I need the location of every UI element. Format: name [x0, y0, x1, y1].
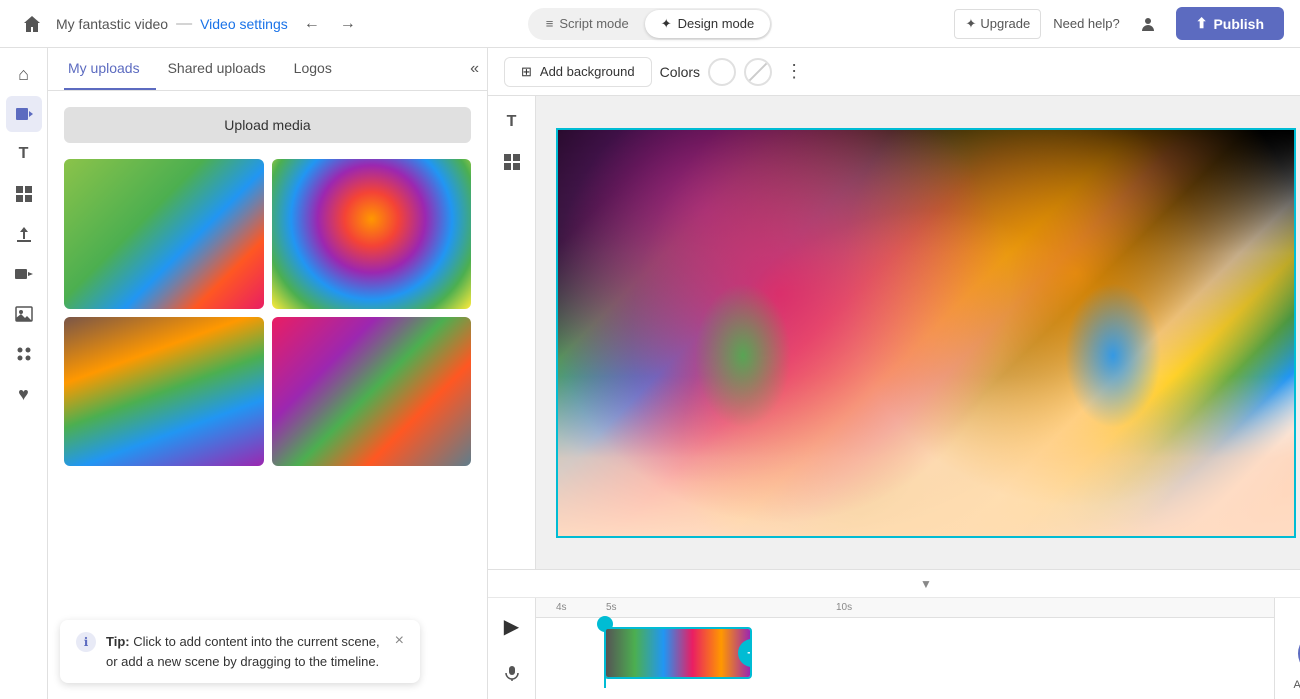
home-icon[interactable] [16, 8, 48, 40]
timeline-tracks: 4s 5s 10s + [536, 598, 1274, 699]
sidebar-icon-gallery[interactable] [6, 296, 42, 332]
color-circle-white[interactable] [708, 58, 736, 86]
design-mode-icon: ✦ [661, 16, 672, 32]
add-scene-area: Zoom + Add scene [1274, 598, 1300, 699]
upgrade-icon: ✦ [965, 16, 976, 32]
add-background-button[interactable]: ⊞ Add background [504, 57, 652, 87]
play-button[interactable]: ▶ [496, 611, 528, 643]
header-right: ✦ Upgrade Need help? ⬆ Publish [784, 7, 1284, 40]
timeline-header: ▼ [488, 570, 1300, 598]
ruler-mark-5s: 5s [606, 602, 617, 613]
header-left: My fantastic video — Video settings ← → [16, 8, 516, 40]
canvas-tools: T [488, 96, 536, 569]
redo-button[interactable]: → [332, 8, 364, 40]
publish-icon: ⬆ [1196, 15, 1208, 32]
timeline-area: ▼ ▶ [488, 569, 1300, 699]
timeline-content: ▶ 4s 5s 10s [488, 598, 1300, 699]
sidebar-icon-favorites[interactable]: ♥ [6, 376, 42, 412]
text-tool-icon[interactable]: T [494, 104, 530, 140]
tab-my-uploads[interactable]: My uploads [64, 48, 156, 90]
undo-redo: ← → [296, 8, 364, 40]
script-mode-icon: ≡ [546, 16, 554, 31]
tip-message: Click to add content into the current sc… [106, 634, 380, 669]
undo-button[interactable]: ← [296, 8, 328, 40]
sidebar-icon-video[interactable] [6, 96, 42, 132]
canvas-middle: T ♡ [488, 96, 1300, 569]
tip-bar: ℹ Tip: Click to add content into the cur… [60, 620, 420, 683]
design-mode-button[interactable]: ✦ Design mode [645, 10, 771, 38]
add-scene-label: Add scene [1294, 679, 1300, 691]
video-settings-link[interactable]: Video settings [200, 16, 288, 32]
timeline-clip[interactable]: + [604, 627, 752, 679]
sidebar-icon-record[interactable] [6, 256, 42, 292]
collapse-panel-button[interactable]: « [470, 60, 479, 78]
canvas-frame[interactable] [556, 128, 1296, 538]
tab-logos[interactable]: Logos [290, 48, 348, 90]
canvas-wrapper [536, 96, 1300, 569]
canvas-toolbar-left: ⊞ Add background Colors ⋮ [504, 57, 1300, 87]
mic-button[interactable] [498, 659, 526, 687]
more-colors-button[interactable]: ⋮ [780, 58, 808, 86]
sidebar-icon-home[interactable]: ⌂ [6, 56, 42, 92]
canvas-main-image [558, 130, 1296, 538]
sidebar-icon-media[interactable] [6, 176, 42, 212]
canvas-hands-overlay [558, 130, 1296, 538]
sidebar-icon-apps[interactable] [6, 336, 42, 372]
timeline-track-area: + [536, 618, 1274, 688]
tip-text: Tip: Click to add content into the curre… [106, 632, 385, 671]
tip-close-button[interactable]: × [395, 632, 404, 650]
canvas-toolbar: ⊞ Add background Colors ⋮ [488, 48, 1300, 96]
canvas-area: ⊞ Add background Colors ⋮ T [488, 48, 1300, 699]
tip-prefix: Tip: [106, 634, 130, 649]
add-background-icon: ⊞ [521, 64, 532, 80]
upload-panel: My uploads Shared uploads Logos « Upload… [48, 48, 488, 699]
publish-button[interactable]: ⬆ Publish [1176, 7, 1284, 40]
tab-shared-uploads[interactable]: Shared uploads [164, 48, 282, 90]
ruler-mark-4s: 4s [556, 602, 567, 613]
left-icon-sidebar: ⌂ T ♥ [0, 48, 48, 699]
help-button[interactable]: Need help? [1053, 16, 1120, 31]
media-grid [64, 159, 471, 466]
media-item-1[interactable] [64, 159, 264, 309]
tip-icon: ℹ [76, 632, 96, 652]
upload-media-button[interactable]: Upload media [64, 107, 471, 143]
panel-tabs: My uploads Shared uploads Logos « [48, 48, 487, 91]
timeline-ruler: 4s 5s 10s [536, 598, 1274, 618]
timeline-collapse-arrow[interactable]: ▼ [920, 577, 932, 591]
media-item-4[interactable] [272, 317, 472, 467]
script-mode-button[interactable]: ≡ Script mode [530, 10, 645, 37]
sidebar-icon-upload[interactable] [6, 216, 42, 252]
colors-label: Colors [660, 64, 700, 80]
clip-thumbnail [606, 629, 750, 677]
upgrade-button[interactable]: ✦ Upgrade [954, 9, 1041, 39]
main-content: ⌂ T ♥ My uploads Shared uploads Logos [0, 48, 1300, 699]
panel-content: Upload media [48, 91, 487, 699]
project-title: My fantastic video [56, 16, 168, 32]
separator: — [176, 15, 192, 33]
color-none[interactable] [744, 58, 772, 86]
sidebar-icon-text[interactable]: T [6, 136, 42, 172]
timeline-left-controls: ▶ [488, 598, 536, 699]
ruler-mark-10s: 10s [836, 602, 852, 613]
template-tool-icon[interactable] [494, 144, 530, 180]
mode-switcher: ≡ Script mode ✦ Design mode [528, 8, 772, 40]
media-item-2[interactable] [272, 159, 472, 309]
media-item-3[interactable] [64, 317, 264, 467]
user-button[interactable] [1132, 8, 1164, 40]
header: My fantastic video — Video settings ← → … [0, 0, 1300, 48]
